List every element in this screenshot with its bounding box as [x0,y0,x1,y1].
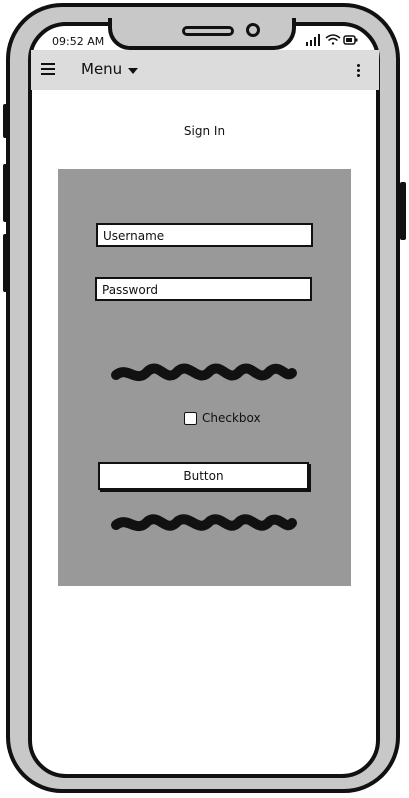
chevron-down-icon[interactable] [128,68,138,74]
password-field[interactable]: Password [95,277,312,301]
status-icons [306,34,358,46]
checkbox[interactable] [184,412,197,425]
wifi-icon [325,34,341,45]
phone-side-button [3,234,9,292]
scribble-placeholder [111,363,297,382]
page-title: Sign In [183,124,226,138]
username-field[interactable]: Username [96,223,313,247]
speaker-icon [182,26,234,36]
app-bar: Menu [31,50,379,90]
hamburger-icon[interactable] [41,63,55,75]
primary-button[interactable]: Button [98,462,309,490]
checkbox-label[interactable]: Checkbox [202,411,261,425]
battery-icon [343,35,358,45]
more-vert-icon[interactable] [357,64,361,79]
signal-icon [306,34,320,46]
scribble-placeholder [111,514,297,532]
camera-icon [246,23,260,37]
phone-notch [108,18,296,50]
phone-side-button [3,164,9,222]
status-time: 09:52 AM [52,35,105,48]
menu-title[interactable]: Menu [81,60,122,78]
phone-side-button [400,182,406,240]
